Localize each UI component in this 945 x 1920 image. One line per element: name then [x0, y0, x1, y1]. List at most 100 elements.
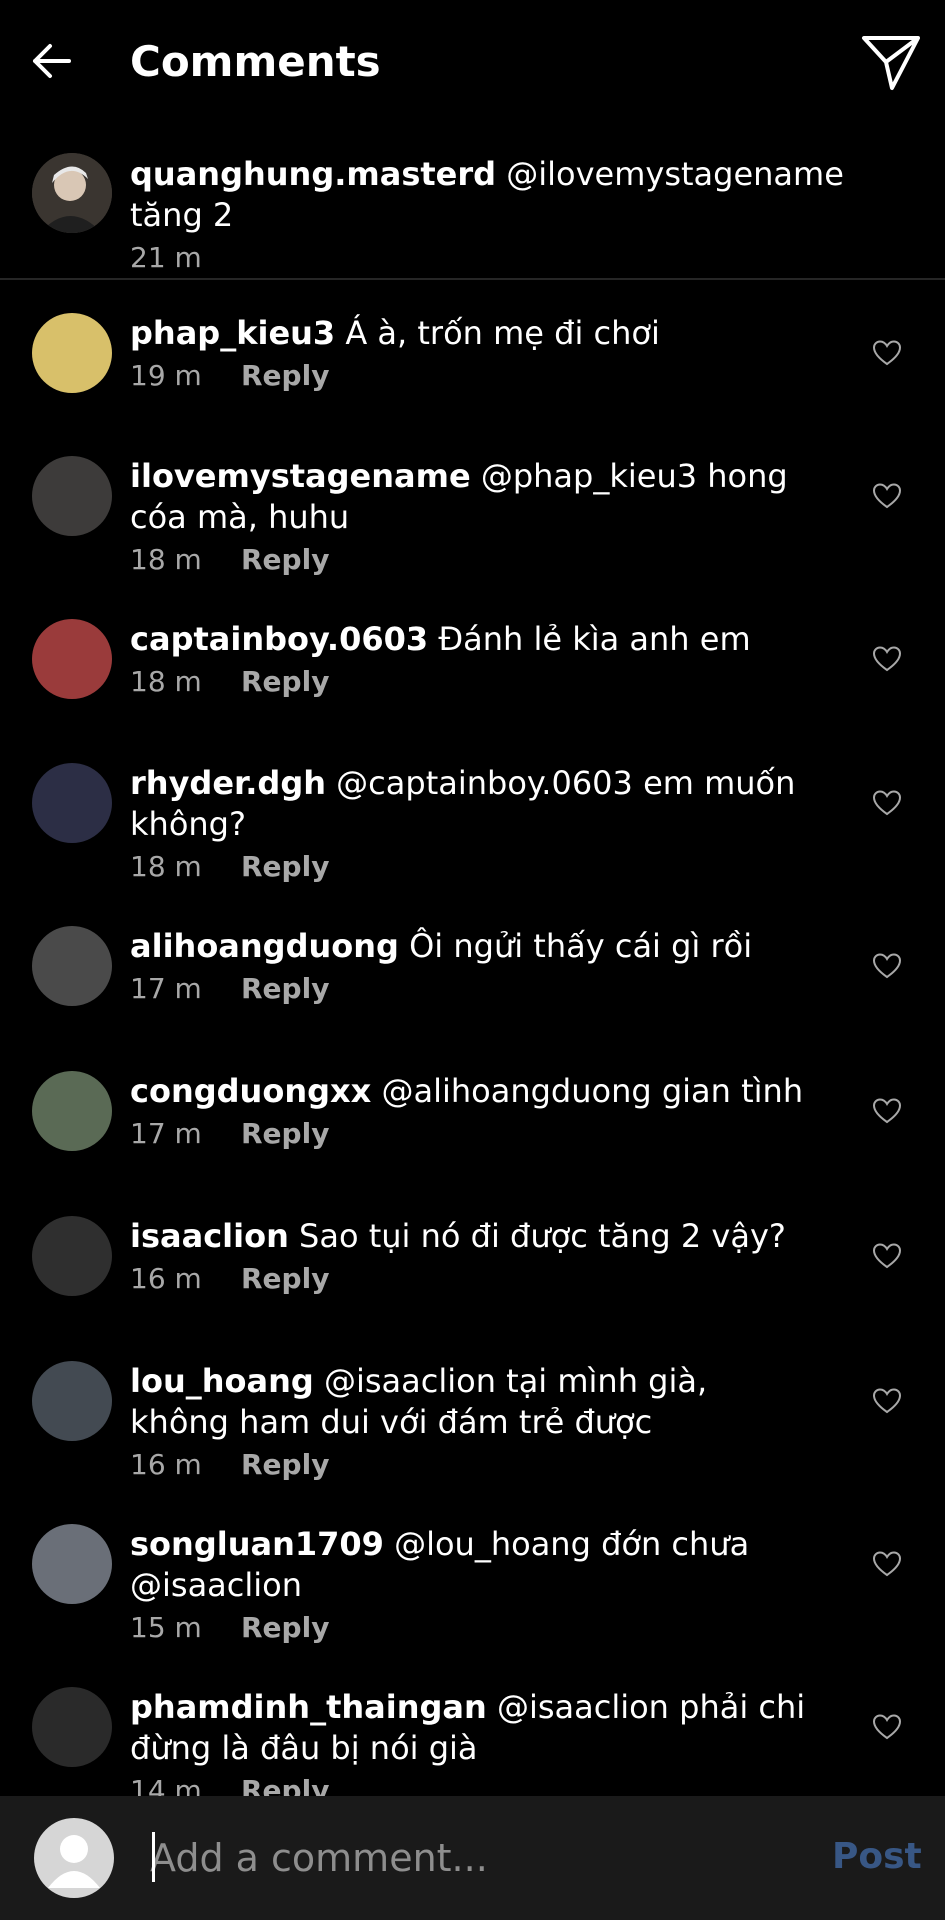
reply-button[interactable]: Reply	[241, 1607, 329, 1649]
comment-composer: Post	[0, 1796, 945, 1920]
comment-text: phamdinh_thaingan @isaaclion phải chi đừ…	[130, 1687, 810, 1769]
comment-item: songluan1709 @lou_hoang đớn chưa @isaacl…	[0, 1524, 945, 1649]
comment-time: 17 m	[130, 1117, 202, 1150]
post-caption: quanghung.masterd @ilovemystagename tăng…	[0, 150, 945, 276]
comment-meta: 15 m Reply	[130, 1607, 810, 1649]
avatar[interactable]	[32, 313, 112, 393]
avatar[interactable]	[32, 1361, 112, 1441]
caption-username[interactable]: quanghung.masterd	[130, 155, 496, 193]
reply-button[interactable]: Reply	[241, 846, 329, 888]
comment-username[interactable]: alihoangduong	[130, 927, 399, 965]
reply-button[interactable]: Reply	[241, 968, 329, 1010]
comment-item: alihoangduong Ôi ngửi thấy cái gì rồi 17…	[0, 926, 945, 1051]
comment-body: Ôi ngửi thấy cái gì rồi	[409, 927, 753, 965]
comment-meta: 14 m Reply	[130, 1770, 810, 1796]
comment-item: phap_kieu3 Á à, trốn mẹ đi chơi 19 m Repl…	[0, 313, 945, 438]
comment-body: Đánh lẻ kìa anh em	[438, 620, 751, 658]
caption-meta: 21 m	[130, 237, 910, 279]
comment-text: congduongxx @alihoangduong gian tình	[130, 1071, 810, 1112]
avatar[interactable]	[32, 926, 112, 1006]
heart-icon[interactable]	[872, 1550, 902, 1578]
comment-item: lou_hoang @isaaclion tại mình già, không…	[0, 1361, 945, 1486]
comment-text: alihoangduong Ôi ngửi thấy cái gì rồi	[130, 926, 810, 967]
comment-username[interactable]: ilovemystagename	[130, 457, 471, 495]
comment-username[interactable]: isaaclion	[130, 1217, 289, 1255]
comment-time: 15 m	[130, 1611, 202, 1644]
comment-username[interactable]: phamdinh_thaingan	[130, 1688, 487, 1726]
comment-text: captainboy.0603 Đánh lẻ kìa anh em	[130, 619, 810, 660]
heart-icon[interactable]	[872, 789, 902, 817]
comment-meta: 18 m Reply	[130, 846, 810, 888]
comment-meta: 19 m Reply	[130, 355, 810, 397]
arrow-left-icon	[33, 44, 71, 78]
comment-time: 18 m	[130, 665, 202, 698]
avatar[interactable]	[32, 1216, 112, 1296]
back-button[interactable]	[26, 36, 76, 86]
heart-icon[interactable]	[872, 645, 902, 673]
heart-icon[interactable]	[872, 339, 902, 367]
comment-meta: 16 m Reply	[130, 1258, 810, 1300]
comment-meta: 18 m Reply	[130, 539, 810, 581]
comment-time: 19 m	[130, 359, 202, 392]
reply-button[interactable]: Reply	[241, 1258, 329, 1300]
comment-meta: 17 m Reply	[130, 968, 810, 1010]
default-user-icon	[48, 1835, 100, 1888]
caption-text: quanghung.masterd @ilovemystagename tăng…	[130, 154, 910, 236]
comment-body: @alihoangduong gian tình	[381, 1072, 804, 1110]
heart-icon[interactable]	[872, 1713, 902, 1741]
comment-item: congduongxx @alihoangduong gian tình 17 …	[0, 1071, 945, 1196]
avatar[interactable]	[32, 1524, 112, 1604]
comment-time: 16 m	[130, 1448, 202, 1481]
avatar[interactable]	[32, 619, 112, 699]
comment-input[interactable]	[150, 1826, 790, 1890]
comments-screen: Comments quanghung.masterd @ilovemystage…	[0, 0, 945, 1920]
comment-text: ilovemystagename @phap_kieu3 hong cóa mà…	[130, 456, 810, 538]
comment-meta: 18 m Reply	[130, 661, 810, 703]
paper-plane-icon	[862, 36, 920, 90]
post-button[interactable]: Post	[832, 1832, 922, 1882]
reply-button[interactable]: Reply	[241, 661, 329, 703]
reply-button[interactable]: Reply	[241, 1113, 329, 1155]
comment-list[interactable]: phap_kieu3 Á à, trốn mẹ đi chơi 19 m Repl…	[0, 280, 945, 1796]
comment-text: lou_hoang @isaaclion tại mình già, không…	[130, 1361, 810, 1443]
avatar[interactable]	[32, 763, 112, 843]
comment-username[interactable]: congduongxx	[130, 1072, 371, 1110]
comment-item: captainboy.0603 Đánh lẻ kìa anh em 18 m R…	[0, 619, 945, 744]
comment-meta: 17 m Reply	[130, 1113, 810, 1155]
caption-time: 21 m	[130, 241, 202, 274]
header: Comments	[0, 0, 945, 126]
comment-item: rhyder.dgh @captainboy.0603 em muốn khôn…	[0, 763, 945, 888]
heart-icon[interactable]	[872, 482, 902, 510]
comment-body: Á à, trốn mẹ đi chơi	[345, 314, 660, 352]
comment-text: phap_kieu3 Á à, trốn mẹ đi chơi	[130, 313, 810, 354]
avatar[interactable]	[32, 456, 112, 536]
reply-button[interactable]: Reply	[241, 539, 329, 581]
comment-username[interactable]: phap_kieu3	[130, 314, 335, 352]
comment-item: ilovemystagename @phap_kieu3 hong cóa mà…	[0, 456, 945, 581]
comment-item: phamdinh_thaingan @isaaclion phải chi đừ…	[0, 1687, 945, 1796]
heart-icon[interactable]	[872, 1387, 902, 1415]
page-title: Comments	[130, 37, 381, 86]
comment-text: isaaclion Sao tụi nó đi được tăng 2 vậy?	[130, 1216, 810, 1257]
avatar[interactable]	[32, 1687, 112, 1767]
comment-username[interactable]: rhyder.dgh	[130, 764, 326, 802]
my-avatar	[34, 1818, 114, 1898]
heart-icon[interactable]	[872, 1242, 902, 1270]
comment-time: 17 m	[130, 972, 202, 1005]
share-button[interactable]	[858, 30, 924, 96]
heart-icon[interactable]	[872, 952, 902, 980]
comment-text: songluan1709 @lou_hoang đớn chưa @isaacl…	[130, 1524, 810, 1606]
text-cursor	[152, 1832, 155, 1882]
comment-time: 14 m	[130, 1774, 202, 1796]
reply-button[interactable]: Reply	[241, 355, 329, 397]
reply-button[interactable]: Reply	[241, 1770, 329, 1796]
comment-item: isaaclion Sao tụi nó đi được tăng 2 vậy?…	[0, 1216, 945, 1341]
heart-icon[interactable]	[872, 1097, 902, 1125]
avatar[interactable]	[32, 153, 112, 233]
comment-body: Sao tụi nó đi được tăng 2 vậy?	[299, 1217, 786, 1255]
reply-button[interactable]: Reply	[241, 1444, 329, 1486]
comment-username[interactable]: songluan1709	[130, 1525, 384, 1563]
avatar[interactable]	[32, 1071, 112, 1151]
comment-username[interactable]: lou_hoang	[130, 1362, 314, 1400]
comment-username[interactable]: captainboy.0603	[130, 620, 428, 658]
